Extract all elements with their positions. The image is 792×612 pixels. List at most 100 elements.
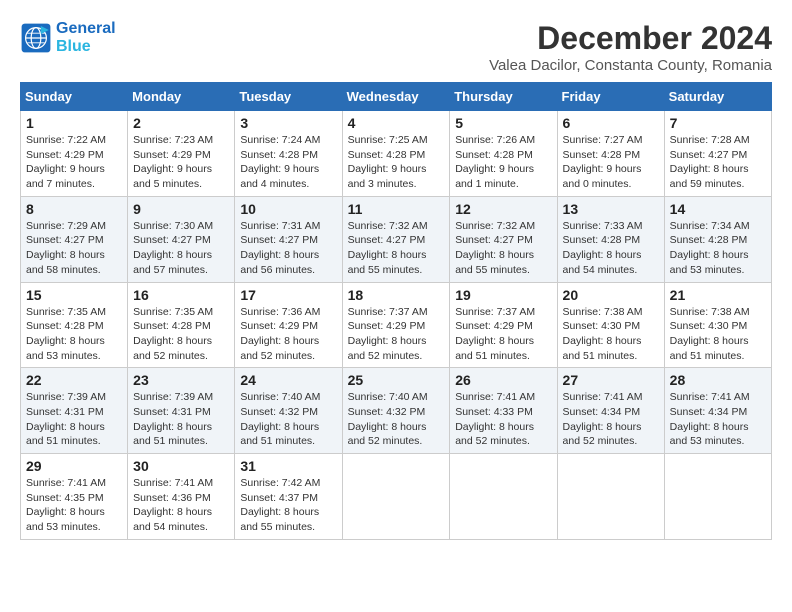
- day-number: 3: [240, 115, 336, 131]
- day-number: 25: [348, 372, 445, 388]
- day-number: 13: [563, 201, 659, 217]
- title-block: December 2024 Valea Dacilor, Constanta C…: [489, 20, 772, 74]
- calendar-cell: 17 Sunrise: 7:36 AM Sunset: 4:29 PM Dayli…: [235, 282, 342, 368]
- day-info: Sunrise: 7:37 AM Sunset: 4:29 PM Dayligh…: [455, 305, 551, 364]
- day-info: Sunrise: 7:25 AM Sunset: 4:28 PM Dayligh…: [348, 133, 445, 192]
- day-number: 10: [240, 201, 336, 217]
- day-number: 22: [26, 372, 122, 388]
- week-row-3: 15 Sunrise: 7:35 AM Sunset: 4:28 PM Dayli…: [21, 282, 772, 368]
- day-info: Sunrise: 7:39 AM Sunset: 4:31 PM Dayligh…: [26, 390, 122, 449]
- day-info: Sunrise: 7:31 AM Sunset: 4:27 PM Dayligh…: [240, 219, 336, 278]
- day-info: Sunrise: 7:30 AM Sunset: 4:27 PM Dayligh…: [133, 219, 229, 278]
- header-tuesday: Tuesday: [235, 83, 342, 111]
- calendar-cell: 5 Sunrise: 7:26 AM Sunset: 4:28 PM Daylig…: [450, 111, 557, 197]
- day-info: Sunrise: 7:39 AM Sunset: 4:31 PM Dayligh…: [133, 390, 229, 449]
- calendar-cell: 25 Sunrise: 7:40 AM Sunset: 4:32 PM Dayli…: [342, 368, 450, 454]
- calendar-cell: 3 Sunrise: 7:24 AM Sunset: 4:28 PM Daylig…: [235, 111, 342, 197]
- logo-text: General Blue: [56, 20, 116, 55]
- calendar-cell: 29 Sunrise: 7:41 AM Sunset: 4:35 PM Dayli…: [21, 454, 128, 540]
- day-info: Sunrise: 7:35 AM Sunset: 4:28 PM Dayligh…: [26, 305, 122, 364]
- day-number: 1: [26, 115, 122, 131]
- day-number: 7: [670, 115, 766, 131]
- calendar-cell: 6 Sunrise: 7:27 AM Sunset: 4:28 PM Daylig…: [557, 111, 664, 197]
- calendar-cell: 14 Sunrise: 7:34 AM Sunset: 4:28 PM Dayli…: [664, 196, 771, 282]
- day-info: Sunrise: 7:28 AM Sunset: 4:27 PM Dayligh…: [670, 133, 766, 192]
- calendar-cell: [342, 454, 450, 540]
- day-info: Sunrise: 7:38 AM Sunset: 4:30 PM Dayligh…: [670, 305, 766, 364]
- day-info: Sunrise: 7:23 AM Sunset: 4:29 PM Dayligh…: [133, 133, 229, 192]
- location-subtitle: Valea Dacilor, Constanta County, Romania: [489, 57, 772, 74]
- calendar-cell: 28 Sunrise: 7:41 AM Sunset: 4:34 PM Dayli…: [664, 368, 771, 454]
- calendar-cell: 9 Sunrise: 7:30 AM Sunset: 4:27 PM Daylig…: [128, 196, 235, 282]
- day-info: Sunrise: 7:41 AM Sunset: 4:33 PM Dayligh…: [455, 390, 551, 449]
- day-info: Sunrise: 7:34 AM Sunset: 4:28 PM Dayligh…: [670, 219, 766, 278]
- calendar-cell: 18Sunrise: 7:37 AM Sunset: 4:29 PM Dayli…: [342, 282, 450, 368]
- calendar-cell: 26 Sunrise: 7:41 AM Sunset: 4:33 PM Dayli…: [450, 368, 557, 454]
- header-thursday: Thursday: [450, 83, 557, 111]
- calendar-cell: 23Sunrise: 7:39 AM Sunset: 4:31 PM Dayli…: [128, 368, 235, 454]
- calendar-cell: 8Sunrise: 7:29 AM Sunset: 4:27 PM Daylig…: [21, 196, 128, 282]
- calendar-cell: 13Sunrise: 7:33 AM Sunset: 4:28 PM Dayli…: [557, 196, 664, 282]
- day-info: Sunrise: 7:41 AM Sunset: 4:35 PM Dayligh…: [26, 476, 122, 535]
- day-number: 2: [133, 115, 229, 131]
- day-info: Sunrise: 7:29 AM Sunset: 4:27 PM Dayligh…: [26, 219, 122, 278]
- day-number: 15: [26, 287, 122, 303]
- calendar-cell: 4 Sunrise: 7:25 AM Sunset: 4:28 PM Daylig…: [342, 111, 450, 197]
- calendar-cell: 30Sunrise: 7:41 AM Sunset: 4:36 PM Dayli…: [128, 454, 235, 540]
- week-row-2: 8Sunrise: 7:29 AM Sunset: 4:27 PM Daylig…: [21, 196, 772, 282]
- day-number: 21: [670, 287, 766, 303]
- day-number: 27: [563, 372, 659, 388]
- day-number: 9: [133, 201, 229, 217]
- day-number: 29: [26, 458, 122, 474]
- header-sunday: Sunday: [21, 83, 128, 111]
- day-info: Sunrise: 7:32 AM Sunset: 4:27 PM Dayligh…: [348, 219, 445, 278]
- calendar-cell: 7 Sunrise: 7:28 AM Sunset: 4:27 PM Daylig…: [664, 111, 771, 197]
- day-info: Sunrise: 7:26 AM Sunset: 4:28 PM Dayligh…: [455, 133, 551, 192]
- header-wednesday: Wednesday: [342, 83, 450, 111]
- week-row-4: 22 Sunrise: 7:39 AM Sunset: 4:31 PM Dayli…: [21, 368, 772, 454]
- day-info: Sunrise: 7:40 AM Sunset: 4:32 PM Dayligh…: [348, 390, 445, 449]
- calendar-cell: 20 Sunrise: 7:38 AM Sunset: 4:30 PM Dayli…: [557, 282, 664, 368]
- day-info: Sunrise: 7:37 AM Sunset: 4:29 PM Dayligh…: [348, 305, 445, 364]
- calendar-cell: 10 Sunrise: 7:31 AM Sunset: 4:27 PM Dayli…: [235, 196, 342, 282]
- day-number: 28: [670, 372, 766, 388]
- day-number: 4: [348, 115, 445, 131]
- day-number: 20: [563, 287, 659, 303]
- page-header: General Blue December 2024 Valea Dacilor…: [20, 20, 772, 74]
- calendar-cell: 19Sunrise: 7:37 AM Sunset: 4:29 PM Dayli…: [450, 282, 557, 368]
- calendar-cell: 2 Sunrise: 7:23 AM Sunset: 4:29 PM Daylig…: [128, 111, 235, 197]
- header-monday: Monday: [128, 83, 235, 111]
- day-info: Sunrise: 7:35 AM Sunset: 4:28 PM Dayligh…: [133, 305, 229, 364]
- day-number: 31: [240, 458, 336, 474]
- calendar-cell: 12 Sunrise: 7:32 AM Sunset: 4:27 PM Dayli…: [450, 196, 557, 282]
- calendar-cell: 1Sunrise: 7:22 AM Sunset: 4:29 PM Daylig…: [21, 111, 128, 197]
- header-friday: Friday: [557, 83, 664, 111]
- day-number: 6: [563, 115, 659, 131]
- day-info: Sunrise: 7:27 AM Sunset: 4:28 PM Dayligh…: [563, 133, 659, 192]
- calendar-header-row: Sunday Monday Tuesday Wednesday Thursday…: [21, 83, 772, 111]
- day-info: Sunrise: 7:40 AM Sunset: 4:32 PM Dayligh…: [240, 390, 336, 449]
- logo-icon: [20, 22, 52, 54]
- day-number: 16: [133, 287, 229, 303]
- day-info: Sunrise: 7:24 AM Sunset: 4:28 PM Dayligh…: [240, 133, 336, 192]
- calendar-table: Sunday Monday Tuesday Wednesday Thursday…: [20, 82, 772, 540]
- day-number: 12: [455, 201, 551, 217]
- calendar-cell: 21 Sunrise: 7:38 AM Sunset: 4:30 PM Dayli…: [664, 282, 771, 368]
- week-row-5: 29 Sunrise: 7:41 AM Sunset: 4:35 PM Dayli…: [21, 454, 772, 540]
- logo: General Blue: [20, 20, 116, 55]
- day-info: Sunrise: 7:38 AM Sunset: 4:30 PM Dayligh…: [563, 305, 659, 364]
- day-info: Sunrise: 7:32 AM Sunset: 4:27 PM Dayligh…: [455, 219, 551, 278]
- day-number: 5: [455, 115, 551, 131]
- calendar-cell: 22 Sunrise: 7:39 AM Sunset: 4:31 PM Dayli…: [21, 368, 128, 454]
- day-number: 26: [455, 372, 551, 388]
- day-number: 30: [133, 458, 229, 474]
- day-number: 17: [240, 287, 336, 303]
- day-info: Sunrise: 7:36 AM Sunset: 4:29 PM Dayligh…: [240, 305, 336, 364]
- day-info: Sunrise: 7:41 AM Sunset: 4:34 PM Dayligh…: [670, 390, 766, 449]
- day-number: 11: [348, 201, 445, 217]
- calendar-cell: [664, 454, 771, 540]
- day-number: 14: [670, 201, 766, 217]
- month-title: December 2024: [489, 20, 772, 57]
- calendar-cell: 16 Sunrise: 7:35 AM Sunset: 4:28 PM Dayli…: [128, 282, 235, 368]
- day-info: Sunrise: 7:41 AM Sunset: 4:34 PM Dayligh…: [563, 390, 659, 449]
